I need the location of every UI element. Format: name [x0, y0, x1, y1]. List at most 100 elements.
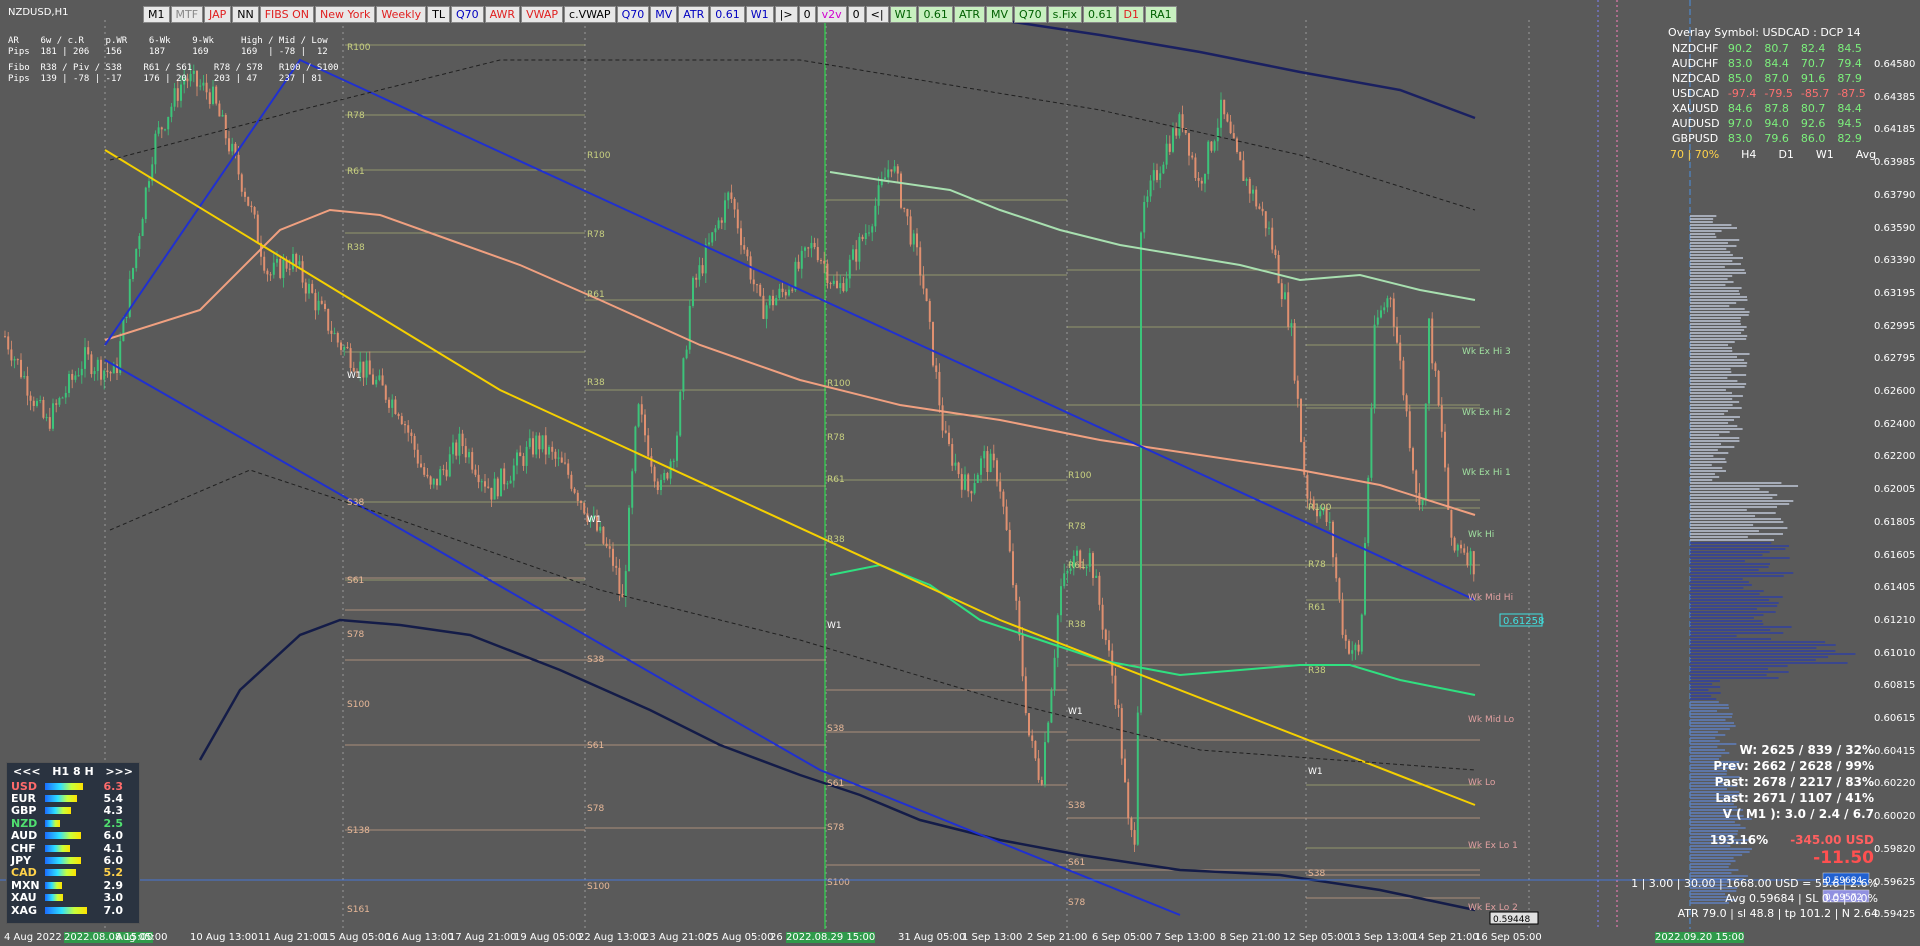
candle-body — [650, 456, 653, 467]
level-label: W1 — [587, 515, 602, 525]
toolbar-button-18[interactable]: 0 — [798, 6, 816, 23]
toolbar-button-13[interactable]: MV — [650, 6, 678, 23]
toolbar-button-29[interactable]: D1 — [1118, 6, 1144, 23]
volume-profile-bar — [1690, 533, 1783, 535]
toolbar-button-14[interactable]: ATR — [678, 6, 710, 23]
volume-profile-bar — [1690, 530, 1759, 532]
candle-body — [746, 249, 749, 257]
volume-profile-bar — [1690, 344, 1729, 346]
volume-profile-bar — [1690, 725, 1736, 727]
strength-bar — [45, 869, 77, 877]
strength-row: AUD 6.0 — [7, 829, 139, 842]
time-label: 1 Sep 13:00 — [962, 932, 1023, 943]
toolbar-button-17[interactable]: |> — [774, 6, 798, 23]
candle-body — [180, 84, 182, 101]
toolbar-button-8[interactable]: Q70 — [450, 6, 484, 23]
candle-body — [765, 305, 768, 319]
candle-body — [896, 166, 899, 174]
strength-header-item[interactable]: <<< — [13, 765, 41, 778]
toolbar-button-19[interactable]: v2v — [816, 6, 847, 23]
toolbar-button-27[interactable]: s.Fix — [1047, 6, 1082, 23]
low-price-text: 0.59448 — [1493, 915, 1530, 925]
toolbar-button-3[interactable]: NN — [232, 6, 259, 23]
overlay-row: XAUUSD 84.6 87.8 80.7 84.4 — [1668, 101, 1870, 116]
candle-body — [1088, 553, 1091, 567]
candle-body — [442, 469, 445, 471]
volume-profile-bar — [1690, 305, 1730, 307]
toolbar-button-15[interactable]: 0.61 — [710, 6, 745, 23]
toolbar-button-1[interactable]: MTF — [170, 6, 204, 23]
volume-profile-bar — [1690, 269, 1745, 271]
toolbar-button-23[interactable]: 0.61 — [918, 6, 953, 23]
candle-body — [372, 374, 374, 385]
volume-profile-bar — [1690, 509, 1747, 511]
volume-profile-bar — [1690, 869, 1739, 871]
candle-body — [1053, 657, 1056, 691]
candle-body — [7, 336, 10, 350]
candle-body — [714, 228, 717, 233]
strength-header-item[interactable]: >>> — [105, 765, 133, 778]
toolbar-button-16[interactable]: W1 — [745, 6, 774, 23]
candle-body — [1204, 173, 1206, 184]
toolbar-button-21[interactable]: <| — [865, 6, 889, 23]
candle-body — [218, 103, 221, 117]
candle-body — [240, 174, 243, 192]
candle-body — [704, 244, 707, 274]
candle-body — [1181, 114, 1184, 128]
volume-profile-bar — [1690, 662, 1848, 664]
overlay-symbol: AUDCHF — [1672, 57, 1719, 70]
toolbar-button-11[interactable]: c.VWAP — [564, 6, 616, 23]
price-label: 0.63390 — [1874, 255, 1916, 267]
toolbar-button-5[interactable]: New York — [315, 6, 376, 23]
overlay-value: 86.0 — [1800, 132, 1826, 145]
candle-body — [599, 526, 602, 531]
toolbar-button-30[interactable]: RA1 — [1144, 6, 1177, 23]
toolbar-button-28[interactable]: 0.61 — [1082, 6, 1118, 23]
candle-body — [141, 219, 144, 237]
candle-body — [1012, 551, 1014, 586]
toolbar-button-25[interactable]: MV — [985, 6, 1013, 23]
toolbar-button-7[interactable]: TL — [427, 6, 450, 23]
candle-body — [1034, 740, 1037, 759]
candle-body — [634, 426, 637, 472]
candle-body — [74, 375, 77, 380]
price-label: 0.64580 — [1874, 59, 1916, 70]
candle-body — [282, 259, 285, 278]
toolbar-button-0[interactable]: M1 — [143, 6, 170, 23]
candle-body — [820, 260, 822, 262]
volume-profile-bar — [1690, 389, 1726, 391]
level-label: R61 — [1068, 561, 1086, 571]
volume-profile-bar — [1690, 338, 1747, 340]
candle-body — [957, 462, 960, 475]
toolbar-button-10[interactable]: VWAP — [521, 6, 564, 23]
time-label: 22 Aug 13:00 — [578, 932, 646, 943]
volume-profile-bar — [1690, 425, 1738, 427]
toolbar-button-2[interactable]: JAP — [204, 6, 232, 23]
candle-body — [560, 457, 563, 463]
overlay-value: 87.9 — [1837, 72, 1862, 85]
volume-profile-bar — [1690, 383, 1747, 385]
toolbar-button-22[interactable]: W1 — [889, 6, 918, 23]
candle-body — [1239, 152, 1242, 161]
candle-body — [237, 154, 240, 175]
toolbar-button-6[interactable]: Weekly — [376, 6, 427, 23]
toolbar-button-26[interactable]: Q70 — [1014, 6, 1047, 23]
candle-body — [170, 106, 173, 117]
level-label: R100 — [1068, 471, 1092, 481]
candle-body — [909, 216, 912, 245]
price-chart[interactable]: R100 R78 R61 R38 W1 S38 S61 S78 S100 S138 S161 R100… — [0, 0, 1920, 946]
candle-body — [1028, 713, 1030, 736]
toolbar-button-20[interactable]: 0 — [847, 6, 865, 23]
candle-body — [391, 399, 394, 408]
candle-body — [884, 177, 886, 180]
candle-body — [615, 565, 618, 568]
volume-profile-bar — [1690, 290, 1739, 292]
toolbar-button-24[interactable]: ATR — [953, 6, 985, 23]
strength-header: <<< H1 8 H >>> — [7, 763, 139, 780]
toolbar-button-4[interactable]: FIBS ON — [259, 6, 315, 23]
toolbar-button-12[interactable]: Q70 — [616, 6, 650, 23]
candle-body — [1229, 121, 1232, 134]
candle-body — [861, 236, 864, 240]
toolbar-button-9[interactable]: AWR — [484, 6, 521, 23]
volume-profile-bar — [1690, 329, 1745, 331]
